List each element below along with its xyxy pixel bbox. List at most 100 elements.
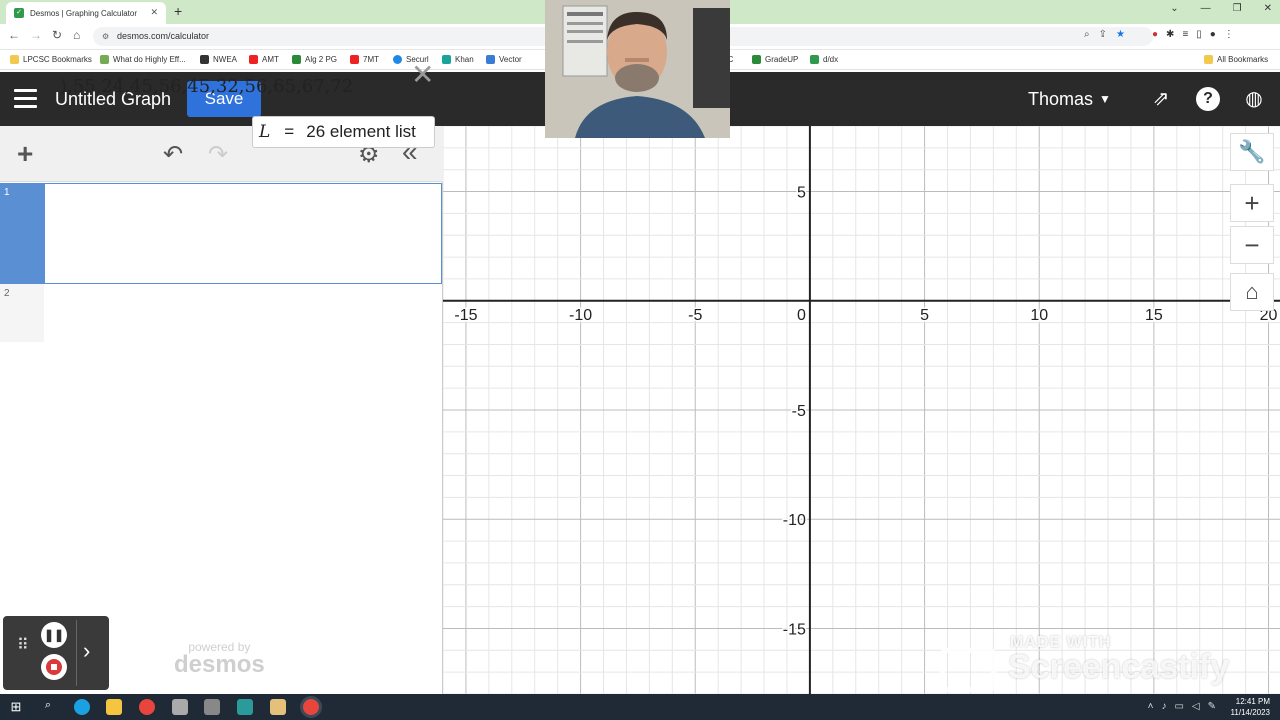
chrome-active-icon[interactable] xyxy=(303,699,319,715)
expression-panel: + ↶ ↷ ⚙ « 1 2 powered by desmos xyxy=(0,126,443,694)
bookmark-item[interactable]: Vector xyxy=(486,55,522,64)
desmos-favicon: ✓ xyxy=(14,8,24,18)
x-tick-label: -5 xyxy=(688,307,702,324)
url-text: desmos.com/calculator xyxy=(117,31,210,41)
origin-label: 0 xyxy=(797,307,806,324)
puzzle-icon[interactable]: ✱ xyxy=(1166,29,1174,40)
graph-canvas[interactable]: -15 -10 -5 0 5 10 15 205-5-10-15 xyxy=(443,126,1280,694)
user-menu[interactable]: Thomas ▼ xyxy=(1028,89,1111,110)
bookmark-item[interactable]: Khan xyxy=(442,55,474,64)
camera-icon[interactable] xyxy=(204,699,220,715)
webcam-person-image xyxy=(545,0,730,138)
chevron-up-icon[interactable]: ˄ xyxy=(1148,701,1154,712)
sidepanel-icon[interactable]: ▯ xyxy=(1196,29,1202,40)
close-window-icon[interactable]: ✕ xyxy=(1264,3,1272,14)
menu-icon[interactable] xyxy=(14,89,37,109)
zoom-out-icon[interactable]: − xyxy=(1230,226,1274,264)
y-tick-label: -15 xyxy=(783,621,806,638)
help-icon[interactable]: ? xyxy=(1196,87,1220,111)
minimize-icon[interactable]: — xyxy=(1201,3,1211,14)
share-graph-icon[interactable]: ⇗ xyxy=(1149,87,1173,111)
redo-icon[interactable]: ↷ xyxy=(208,140,228,169)
new-tab-icon[interactable]: + xyxy=(174,3,182,19)
reload-icon[interactable]: ↻ xyxy=(52,28,62,42)
playlist-icon[interactable]: ≡ xyxy=(1182,29,1188,40)
close-tab-icon[interactable]: ✕ xyxy=(150,7,158,18)
zoom-icon[interactable]: ⌕ xyxy=(1084,29,1090,40)
stop-recording-button[interactable] xyxy=(41,654,67,680)
bookmark-item[interactable]: d/dx xyxy=(810,55,838,64)
kebab-menu-icon[interactable]: ⋮ xyxy=(1224,29,1234,40)
app-icon[interactable] xyxy=(270,699,286,715)
x-tick-label: 5 xyxy=(920,307,929,324)
bookmark-item[interactable]: NWEA xyxy=(200,55,237,64)
app-icon[interactable] xyxy=(172,699,188,715)
expression-row-empty[interactable]: 2 xyxy=(0,284,44,342)
bookmark-item[interactable]: Alg 2 PG xyxy=(292,55,337,64)
y-tick-label: 5 xyxy=(797,185,806,202)
globe-icon[interactable]: ◍ xyxy=(1242,87,1266,111)
pen-icon[interactable]: ✎ xyxy=(1208,701,1216,712)
wrench-icon[interactable]: 🔧 xyxy=(1230,133,1274,171)
home-zoom-icon[interactable]: ⌂ xyxy=(1230,273,1274,311)
webcam-overlay xyxy=(545,0,730,138)
khan-icon xyxy=(442,55,451,64)
search-icon[interactable]: ⌕ xyxy=(40,699,56,715)
share-icon[interactable]: ⇪ xyxy=(1099,29,1107,40)
network-icon[interactable]: ▭ xyxy=(1174,701,1183,712)
bookmark-item[interactable]: GradeUP xyxy=(752,55,798,64)
chevron-right-icon[interactable]: › xyxy=(83,638,90,664)
folder-icon xyxy=(1204,55,1213,64)
expression-input[interactable]: ),55,24,45,56,45,32,56,65,67,72 xyxy=(60,76,353,97)
screencastify-controls: ⠿ ❚❚ › xyxy=(3,616,109,690)
profile-avatar-icon[interactable]: ● xyxy=(1210,29,1216,40)
file-explorer-icon[interactable] xyxy=(106,699,122,715)
eval-variable: L xyxy=(259,122,271,142)
bookmark-favicon xyxy=(486,55,495,64)
bookmark-item[interactable]: LPCSC Bookmarks xyxy=(10,55,92,64)
bookmark-favicon xyxy=(200,55,209,64)
bookmark-star-icon[interactable]: ★ xyxy=(1116,29,1125,40)
screencastify-watermark: MADE WITH Screencastify xyxy=(940,634,1229,692)
bookmark-favicon xyxy=(100,55,109,64)
volume-icon[interactable]: ◁ xyxy=(1192,701,1200,712)
chrome-icon[interactable] xyxy=(139,699,155,715)
delete-expression-icon[interactable]: ✕ xyxy=(411,58,434,91)
bookmark-item[interactable]: AMT xyxy=(249,55,279,64)
x-tick-label: 15 xyxy=(1145,307,1163,324)
folder-icon xyxy=(10,55,19,64)
extension-icon[interactable]: ● xyxy=(1152,29,1158,40)
expression-number: 1 xyxy=(0,183,44,284)
expression-row[interactable]: 1 xyxy=(0,183,442,284)
back-icon[interactable]: ← xyxy=(8,28,20,42)
evaluation-result: L = 26 element list xyxy=(252,116,435,148)
edge-icon[interactable] xyxy=(74,699,90,715)
windows-taskbar: ⊞ ⌕ ˄ ♪ ▭ ◁ ✎ 12:41 PM 11/14/2023 xyxy=(0,694,1280,720)
taskbar-clock[interactable]: 12:41 PM 11/14/2023 xyxy=(1231,696,1270,718)
add-item-icon[interactable]: + xyxy=(17,138,33,170)
graph-paper[interactable]: -15 -10 -5 0 5 10 15 20 5 -5 -10 -15 xyxy=(443,126,1280,694)
zoom-in-icon[interactable]: + xyxy=(1230,184,1274,222)
youtube-icon xyxy=(249,55,258,64)
undo-icon[interactable]: ↶ xyxy=(163,140,183,169)
bookmark-item[interactable]: What do Highly Eff... xyxy=(100,55,186,64)
browser-tab[interactable]: ✓ Desmos | Graphing Calculator ✕ xyxy=(6,2,166,24)
bookmark-item[interactable]: 7MT xyxy=(350,55,379,64)
bookmark-favicon xyxy=(292,55,301,64)
youtube-icon xyxy=(350,55,359,64)
chevron-down-icon[interactable]: ⌄ xyxy=(1170,3,1178,14)
forward-icon[interactable]: → xyxy=(30,28,42,42)
windows-start-icon[interactable]: ⊞ xyxy=(8,699,24,715)
pause-recording-button[interactable]: ❚❚ xyxy=(41,622,67,648)
site-info-icon[interactable]: ⚙ xyxy=(102,27,109,46)
extension-icons: ● ✱ ≡ ▯ ● ⋮ xyxy=(1152,29,1234,40)
app-icon[interactable] xyxy=(237,699,253,715)
home-icon[interactable]: ⌂ xyxy=(73,28,80,42)
drag-handle-icon[interactable]: ⠿ xyxy=(17,638,29,654)
bookmark-favicon xyxy=(752,55,761,64)
screencastify-logo-icon xyxy=(940,648,996,692)
all-bookmarks[interactable]: All Bookmarks xyxy=(1204,55,1268,64)
microphone-icon[interactable]: ♪ xyxy=(1161,701,1166,712)
restore-icon[interactable]: ❐ xyxy=(1233,3,1242,14)
eval-equals: = xyxy=(284,122,295,141)
